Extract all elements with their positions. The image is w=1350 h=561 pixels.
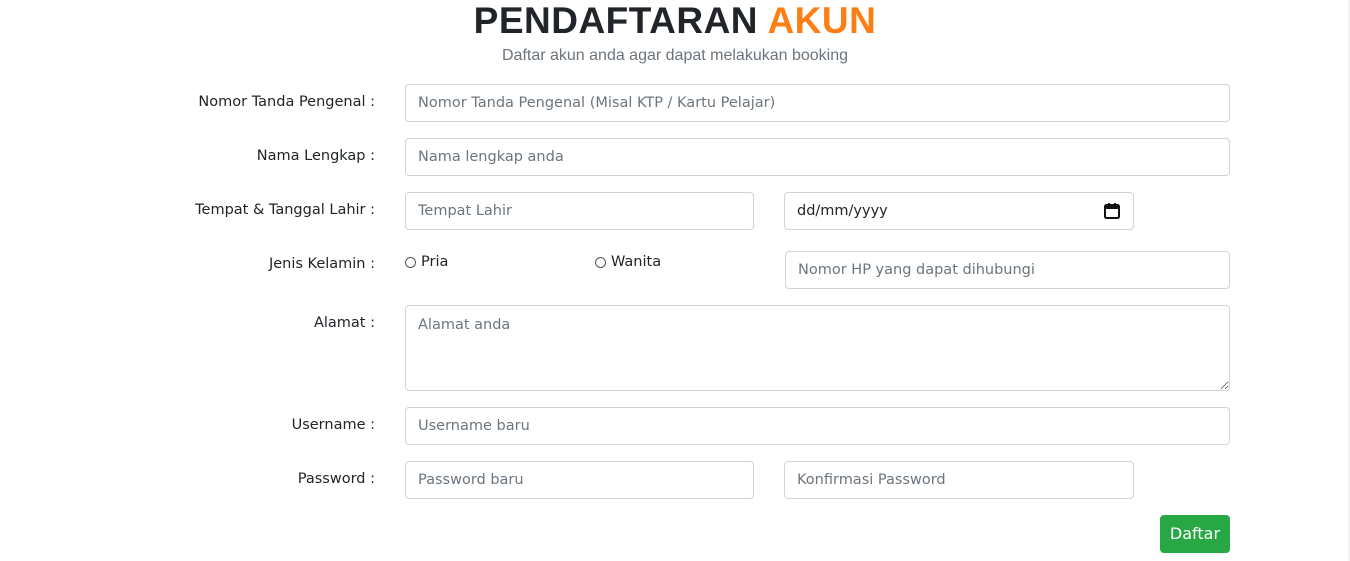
radio-female-circle[interactable] [595,256,606,268]
id-number-label: Nomor Tanda Pengenal : [198,94,375,110]
full-name-input[interactable] [405,138,1230,176]
submit-button[interactable]: Daftar [1160,515,1230,553]
page-title: PENDAFTARAN AKUN [0,0,1350,42]
gender-label: Jenis Kelamin : [268,256,375,272]
gender-male-label: Pria [421,254,449,270]
birth-place-input[interactable] [405,192,754,230]
confirm-password-input[interactable] [784,461,1134,499]
username-input[interactable] [405,407,1230,445]
birth-label: Tempat & Tanggal Lahir : [195,202,375,218]
radio-male-circle[interactable] [405,256,416,268]
password-label: Password : [297,471,375,487]
gender-radio-male[interactable]: Pria [405,254,448,270]
birth-date-input[interactable]: dd/mm/yyyy [784,192,1134,230]
birth-date-value: dd/mm/yyyy [797,203,888,219]
id-number-input[interactable] [405,84,1230,122]
address-label: Alamat : [313,315,375,331]
gender-female-label: Wanita [611,254,662,270]
full-name-label: Nama Lengkap : [256,148,375,164]
gender-radio-female[interactable]: Wanita [595,254,661,270]
username-label: Username : [291,417,375,433]
page-title-main: PENDAFTARAN [473,0,759,41]
calendar-icon[interactable] [1103,202,1121,220]
address-textarea[interactable] [405,305,1230,391]
page-title-accent: AKUN [767,0,877,41]
registration-page: PENDAFTARAN AKUN Daftar akun anda agar d… [0,0,1350,561]
page-subtitle: Daftar akun anda agar dapat melakukan bo… [501,47,848,64]
phone-input[interactable] [785,251,1230,289]
password-input[interactable] [405,461,754,499]
